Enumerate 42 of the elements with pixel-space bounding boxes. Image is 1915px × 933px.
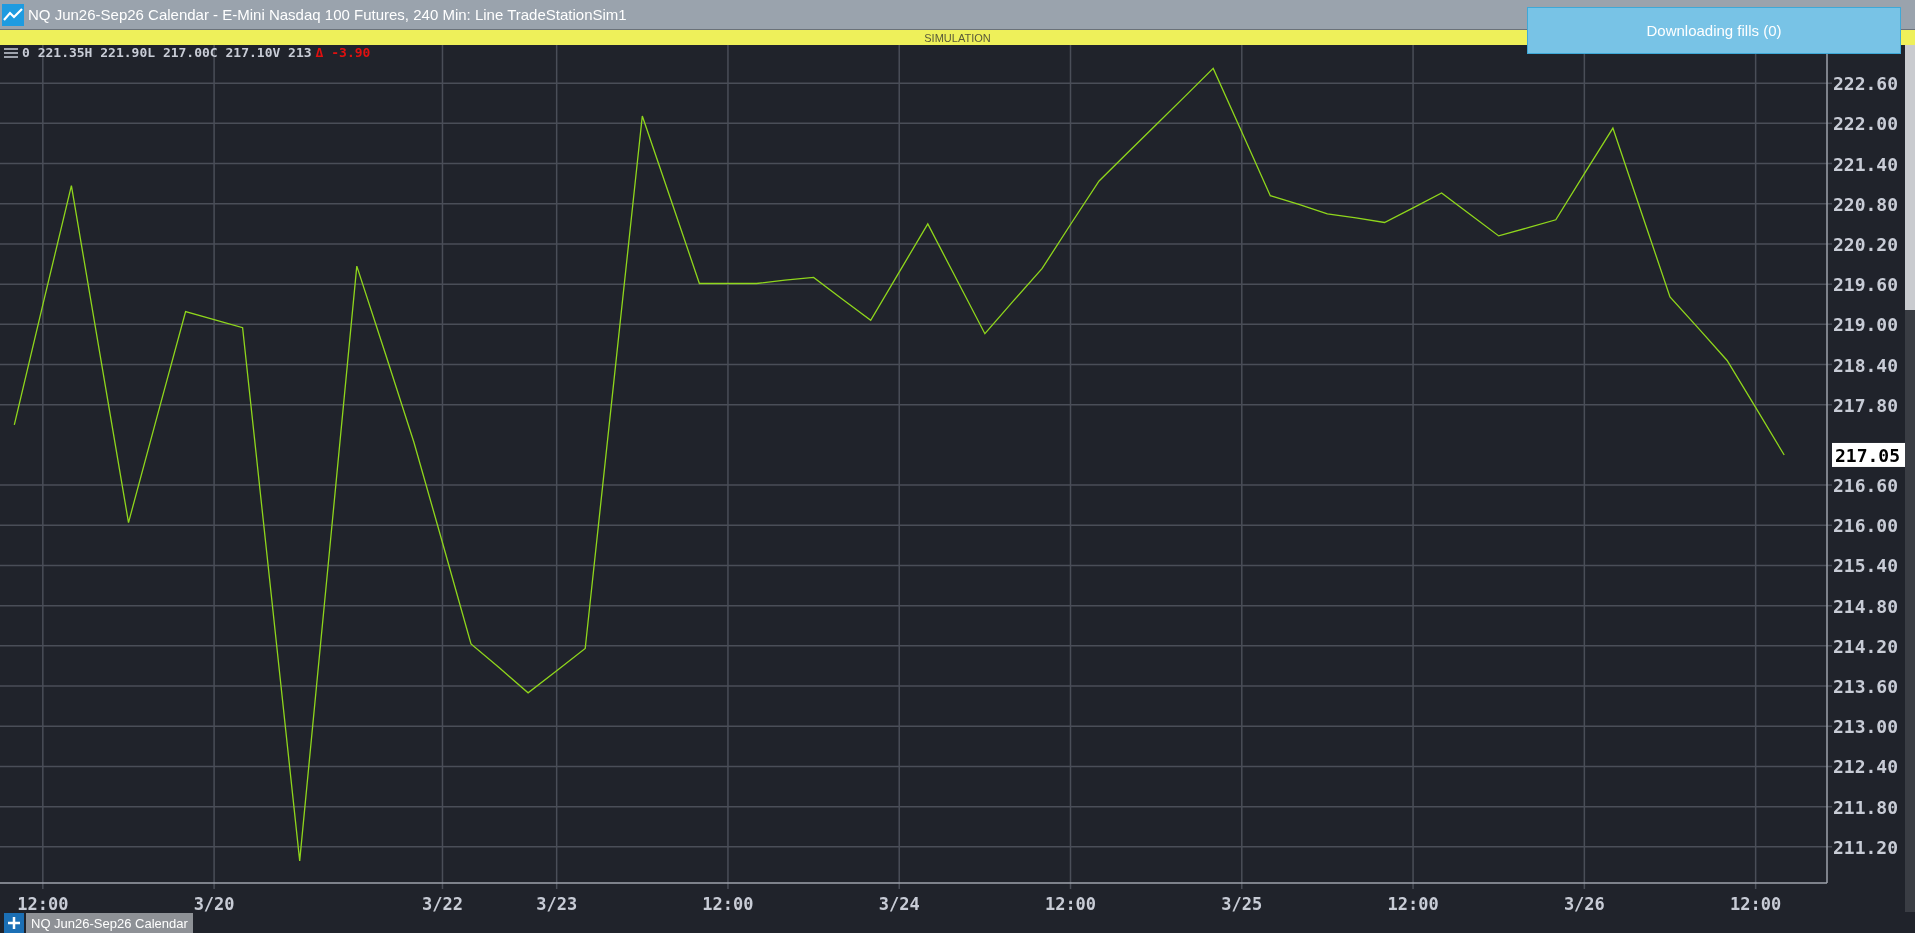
menu-icon[interactable] [4,46,18,59]
last-price-badge: 217.05 [1832,442,1905,467]
window-title: NQ Jun26-Sep26 Calendar - E-Mini Nasdaq 100 Futures, 240 Min: Line TradeStationSim1 [28,6,627,23]
price-axis-label: 214.80 [1833,595,1899,617]
price-axis-label: 221.40 [1833,153,1899,175]
price-axis-label: 220.80 [1833,193,1899,215]
plus-icon [8,917,20,929]
simulation-label: SIMULATION [924,31,991,44]
time-axis-label: 3/23 [536,894,578,912]
time-axis-label: 12:00 [702,894,754,912]
price-axis-label: 219.60 [1833,274,1899,296]
price-axis-label: 216.00 [1833,515,1899,537]
price-axis-label: 213.60 [1833,676,1899,698]
time-axis-label: 12:00 [17,894,69,912]
price-axis-label: 212.40 [1833,756,1899,778]
price-axis-label: 219.00 [1833,314,1899,336]
price-axis-label: 215.40 [1833,555,1899,577]
download-notification: Downloading fills (0) [1527,7,1901,54]
time-axis-label: 12:00 [1044,894,1097,912]
price-axis-label: 213.00 [1833,716,1899,738]
price-axis-label: 211.80 [1833,796,1899,818]
price-change: Δ -3.90 [315,45,371,60]
scrollbar-thumb[interactable] [1905,45,1915,310]
time-axis-label: 3/26 [1563,894,1605,912]
price-axis-label: 211.20 [1833,836,1899,858]
price-axis-label: 222.60 [1833,73,1899,95]
price-axis-label: 222.00 [1833,113,1899,135]
add-tab-button[interactable] [4,913,24,933]
time-axis-label: 12:00 [1730,894,1782,912]
price-axis-label: 214.20 [1833,635,1899,657]
price-axis-label: 216.60 [1833,475,1899,497]
price-axis-label: 217.80 [1833,394,1899,416]
time-axis-label: 3/20 [193,894,235,912]
chart-tab[interactable]: NQ Jun26-Sep26 Calendar [26,913,193,933]
ohlc-values: 0 221.35H 221.90L 217.00C 217.10V 213 [22,45,312,60]
price-axis-label: 220.20 [1833,233,1899,255]
line-chart-icon [2,3,24,26]
time-axis-label: 3/25 [1221,894,1263,912]
price-axis-label: 218.40 [1833,354,1899,376]
time-axis-label: 12:00 [1387,894,1439,912]
time-axis-label: 3/22 [422,894,463,912]
time-axis-label: 3/24 [878,894,920,912]
